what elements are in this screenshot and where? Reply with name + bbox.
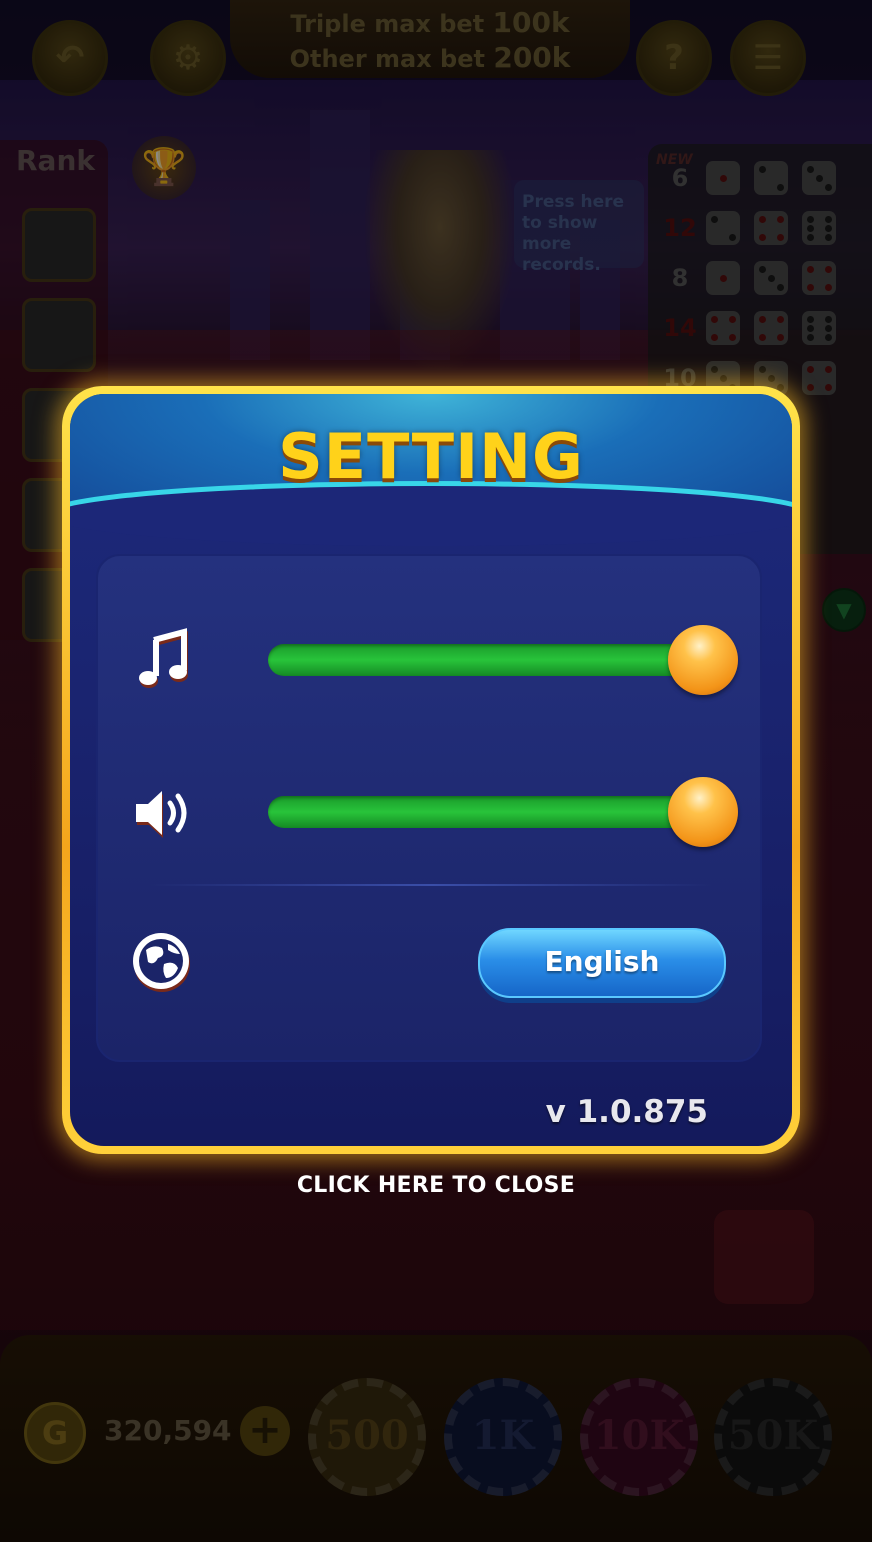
music-slider-handle[interactable]	[668, 625, 738, 695]
speaker-icon	[128, 778, 198, 848]
music-note-icon	[128, 626, 198, 696]
close-hint[interactable]: CLICK HERE TO CLOSE	[0, 1173, 872, 1198]
settings-divider	[150, 884, 712, 886]
settings-dialog: SETTING English v 1.0.875	[62, 386, 800, 1154]
music-slider[interactable]	[268, 644, 708, 676]
version-label: v 1.0.875	[545, 1094, 708, 1130]
sound-slider-handle[interactable]	[668, 777, 738, 847]
language-button[interactable]: English	[478, 928, 726, 998]
settings-panel: English	[96, 554, 762, 1062]
sound-slider[interactable]	[268, 796, 708, 828]
settings-dialog-body: SETTING English v 1.0.875	[70, 394, 792, 1146]
dialog-title: SETTING	[278, 420, 584, 493]
header-divider	[70, 486, 792, 546]
globe-icon	[128, 926, 198, 996]
